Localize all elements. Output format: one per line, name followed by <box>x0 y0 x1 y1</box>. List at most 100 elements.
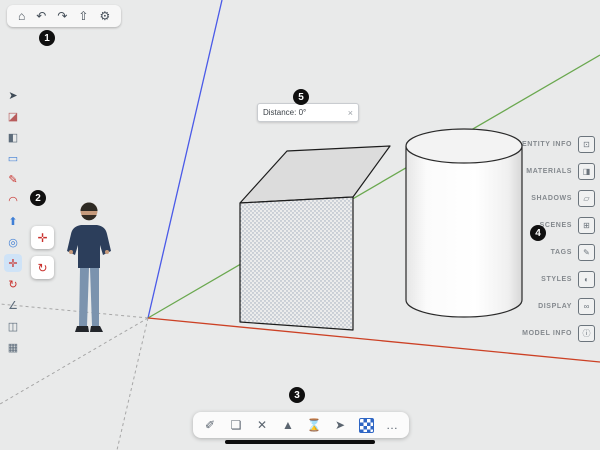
eraser-icon: ◪ <box>8 110 18 123</box>
panel-tab-materials[interactable]: MATERIALS ◨ <box>522 158 595 185</box>
move-variant-icon: ✛ <box>37 231 47 245</box>
entity-info-icon: ⊡ <box>578 136 595 153</box>
rectangle-icon: ▭ <box>8 152 18 165</box>
3d-scene[interactable] <box>0 0 600 450</box>
section-plane-tool-button[interactable]: ◫ <box>4 317 22 335</box>
panel-label: DISPLAY <box>538 303 572 310</box>
bottom-toolbar: ✐ ❏ ✕ ▲ ⌛ ➤ … <box>193 412 409 438</box>
tape-measure-tool-button[interactable]: ∠ <box>4 296 22 314</box>
top-toolbar: ⌂ ↶ ↷ ⇧ ⚙ <box>7 5 121 27</box>
hourglass-button[interactable]: ⌛ <box>305 416 323 434</box>
scale-figure[interactable] <box>67 203 111 333</box>
measurement-value: Distance: 0° <box>263 108 306 117</box>
arc-icon: ◠ <box>8 194 18 207</box>
cylinder-top-face[interactable] <box>406 129 522 163</box>
left-toolbar: ➤ ◪ ◧ ▭ ✎ ◠ ⬆ ◎ ✛ ↻ ∠ ◫ ▦ <box>4 86 22 356</box>
panel-label: SHADOWS <box>531 195 572 202</box>
tags-icon: ✎ <box>578 244 595 261</box>
measurement-box: Distance: 0° × <box>257 103 359 122</box>
ellipsis-icon: … <box>386 418 398 432</box>
figure-shirt <box>67 225 111 268</box>
pattern-swatch-icon <box>359 418 374 433</box>
export-button[interactable]: ⇧ <box>78 9 88 23</box>
panel-tab-model-info[interactable]: MODEL INFO ⓘ <box>522 320 595 347</box>
paint-bucket-icon: ◧ <box>8 131 18 144</box>
home-indicator-bar <box>225 440 375 444</box>
copy-button[interactable]: ❏ <box>227 416 245 434</box>
move-tool-flyout: ✛ ↻ <box>31 226 54 279</box>
viewport[interactable]: ⌂ ↶ ↷ ⇧ ⚙ ➤ ◪ ◧ ▭ ✎ ◠ ⬆ ◎ ✛ ↻ ∠ ◫ ▦ ✛ ↻ … <box>0 0 600 450</box>
panel-label: TAGS <box>551 249 572 256</box>
offset-icon: ◎ <box>8 236 18 249</box>
panel-tab-entity-info[interactable]: ENTITY INFO ⊡ <box>522 131 595 158</box>
settings-button[interactable]: ⚙ <box>99 9 110 23</box>
box-top-face[interactable] <box>240 146 390 203</box>
gear-icon: ⚙ <box>99 9 110 23</box>
close-icon[interactable]: × <box>348 108 353 118</box>
cylinder[interactable] <box>406 129 522 317</box>
move-icon: ✛ <box>8 257 17 270</box>
axis-blue-negative <box>117 318 148 450</box>
redo-button[interactable]: ↷ <box>57 9 67 23</box>
panel-tab-styles[interactable]: STYLES ◐ <box>522 266 595 293</box>
figure-beard <box>81 215 96 220</box>
shadows-icon: ▱ <box>578 190 595 207</box>
callout-badge-3: 3 <box>289 387 305 403</box>
figure-right-leg <box>90 268 99 326</box>
flyout-move-button[interactable]: ✛ <box>31 226 54 249</box>
axis-green-negative <box>0 318 148 404</box>
flyout-rotate-button[interactable]: ↻ <box>31 256 54 279</box>
box[interactable] <box>240 146 390 330</box>
panel-label: MATERIALS <box>526 168 572 175</box>
copy-icon: ❏ <box>231 418 242 432</box>
hourglass-icon: ⌛ <box>307 418 322 432</box>
pencil-tool-button[interactable]: ✎ <box>4 170 22 188</box>
push-pull-icon: ⬆ <box>8 215 17 228</box>
panel-label: ENTITY INFO <box>522 141 572 148</box>
select-icon: ➤ <box>8 89 17 102</box>
solid-tools-button[interactable]: ▲ <box>279 416 297 434</box>
home-button[interactable]: ⌂ <box>18 9 25 23</box>
undo-button[interactable]: ↶ <box>36 9 46 23</box>
photo-icon: ▦ <box>8 341 18 354</box>
arc-tool-button[interactable]: ◠ <box>4 191 22 209</box>
shapes-tool-button[interactable]: ▭ <box>4 149 22 167</box>
callout-badge-5: 5 <box>293 89 309 105</box>
panel-tab-tags[interactable]: TAGS ✎ <box>522 239 595 266</box>
rotate-tool-button[interactable]: ↻ <box>4 275 22 293</box>
delete-button[interactable]: ✕ <box>253 416 271 434</box>
styles-icon: ◐ <box>578 271 595 288</box>
cursor-button[interactable]: ➤ <box>331 416 349 434</box>
prism-icon: ▲ <box>282 418 294 432</box>
display-icon: ∞ <box>578 298 595 315</box>
pattern-swatch-button[interactable] <box>357 416 375 434</box>
photo-texture-tool-button[interactable]: ▦ <box>4 338 22 356</box>
push-pull-tool-button[interactable]: ⬆ <box>4 212 22 230</box>
model-info-icon: ⓘ <box>578 325 595 342</box>
figure-right-hand <box>105 250 109 254</box>
undo-icon: ↶ <box>36 9 46 23</box>
figure-left-shoe <box>75 326 89 332</box>
export-icon: ⇧ <box>78 9 88 23</box>
redo-icon: ↷ <box>57 9 67 23</box>
panel-tab-shadows[interactable]: SHADOWS ▱ <box>522 185 595 212</box>
box-front-face-selected[interactable] <box>240 197 353 330</box>
more-options-button[interactable]: … <box>383 416 401 434</box>
paint-bucket-tool-button[interactable]: ◧ <box>4 128 22 146</box>
eraser-tool-button[interactable]: ◪ <box>4 107 22 125</box>
panel-label: STYLES <box>541 276 572 283</box>
figure-right-shoe <box>90 326 103 332</box>
axis-red-negative <box>0 304 148 318</box>
callout-badge-2: 2 <box>30 190 46 206</box>
home-icon: ⌂ <box>18 9 25 23</box>
style-wand-button[interactable]: ✐ <box>201 416 219 434</box>
trash-icon: ✕ <box>257 418 267 432</box>
callout-badge-1: 1 <box>39 30 55 46</box>
panel-tab-display[interactable]: DISPLAY ∞ <box>522 293 595 320</box>
select-tool-button[interactable]: ➤ <box>4 86 22 104</box>
offset-tool-button[interactable]: ◎ <box>4 233 22 251</box>
cylinder-body[interactable] <box>406 146 522 317</box>
rotate-icon: ↻ <box>8 278 17 291</box>
move-tool-button[interactable]: ✛ <box>4 254 22 272</box>
tape-measure-icon: ∠ <box>8 299 18 312</box>
